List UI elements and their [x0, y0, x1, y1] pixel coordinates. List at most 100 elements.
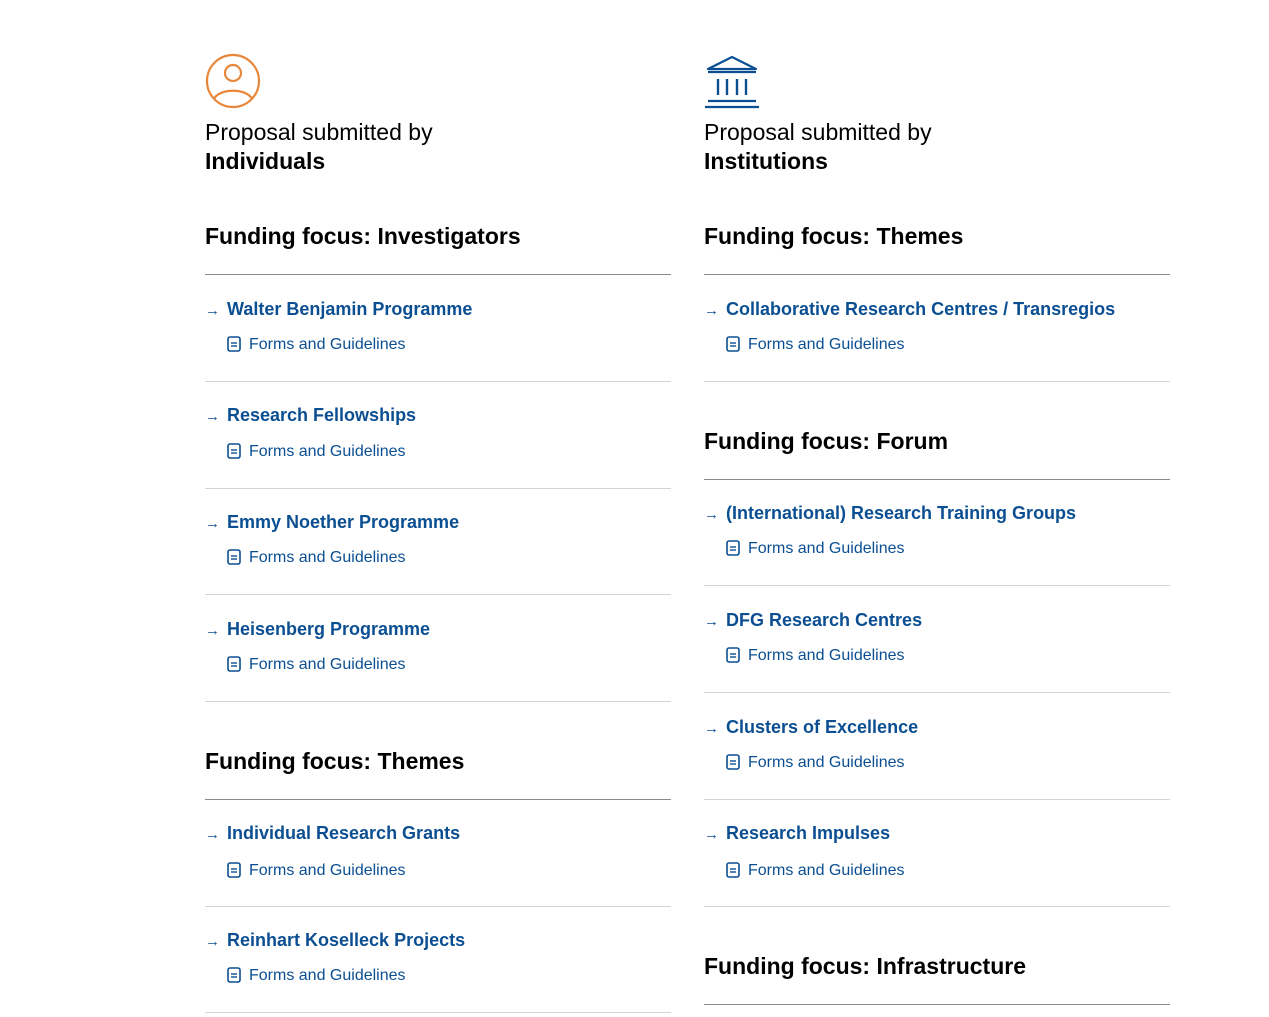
forms-guidelines-link[interactable]: Forms and Guidelines — [726, 334, 905, 356]
forms-guidelines-link[interactable]: Forms and Guidelines — [227, 547, 406, 569]
section-divider — [205, 274, 671, 275]
divider — [704, 585, 1170, 586]
programme-link-research-impulses[interactable]: → Research Impulses — [704, 822, 890, 844]
section-heading: Funding focus: Investigators — [205, 223, 521, 249]
section-divider — [704, 479, 1170, 480]
forms-label: Forms and Guidelines — [249, 862, 406, 879]
forms-label: Forms and Guidelines — [748, 540, 905, 557]
arrow-right-icon: → — [704, 506, 719, 523]
divider — [205, 701, 671, 702]
arrow-right-icon: → — [205, 515, 220, 532]
forms-guidelines-link[interactable]: Forms and Guidelines — [726, 645, 905, 667]
forms-label: Forms and Guidelines — [748, 336, 905, 353]
divider — [205, 594, 671, 595]
programme-title: (International) Research Training Groups — [726, 503, 1077, 523]
document-icon — [726, 646, 740, 663]
hero-intro: Proposal submitted by — [205, 119, 433, 145]
document-icon — [227, 655, 241, 672]
forms-label: Forms and Guidelines — [249, 656, 406, 673]
forms-label: Forms and Guidelines — [249, 967, 406, 984]
forms-label: Forms and Guidelines — [249, 443, 406, 460]
programme-title: Reinhart Koselleck Projects — [227, 930, 466, 950]
arrow-right-icon: → — [704, 720, 719, 737]
divider — [205, 381, 671, 382]
forms-guidelines-link[interactable]: Forms and Guidelines — [227, 860, 406, 882]
programme-title: Individual Research Grants — [227, 823, 461, 843]
section-divider — [704, 1004, 1170, 1005]
divider — [205, 906, 671, 907]
forms-label: Forms and Guidelines — [748, 647, 905, 664]
hero-intro: Proposal submitted by — [704, 119, 932, 145]
programme-title: Clusters of Excellence — [726, 717, 919, 737]
programme-title: Walter Benjamin Programme — [227, 299, 473, 319]
section-heading: Funding focus: Themes — [704, 223, 964, 249]
forms-guidelines-link[interactable]: Forms and Guidelines — [227, 654, 406, 676]
page-title-institutions: Proposal submitted by Institutions — [704, 118, 932, 176]
section-infrastructure: Funding focus: Infrastructure — [704, 952, 1170, 1005]
programme-link-reinhart-koselleck[interactable]: → Reinhart Koselleck Projects — [205, 929, 465, 951]
arrow-right-icon: → — [704, 302, 719, 319]
hero-audience: Institutions — [704, 148, 828, 174]
divider — [205, 488, 671, 489]
section-themes: Funding focus: Themes — [704, 222, 1170, 275]
programme-link-collaborative-research-centres[interactable]: → Collaborative Research Centres / Transr… — [704, 298, 1115, 320]
section-divider — [704, 274, 1170, 275]
divider — [205, 1012, 671, 1013]
arrow-right-icon: → — [205, 826, 220, 843]
document-icon — [227, 335, 241, 352]
section-forum: Funding focus: Forum — [704, 427, 1170, 480]
forms-guidelines-link[interactable]: Forms and Guidelines — [227, 334, 406, 356]
document-icon — [227, 966, 241, 983]
programme-title: Research Impulses — [726, 823, 891, 843]
forms-label: Forms and Guidelines — [748, 862, 905, 879]
programme-title: DFG Research Centres — [726, 610, 923, 630]
arrow-right-icon: → — [205, 622, 220, 639]
programme-link-walter-benjamin[interactable]: → Walter Benjamin Programme — [205, 298, 472, 320]
programme-link-individual-research-grants[interactable]: → Individual Research Grants — [205, 822, 460, 844]
document-icon — [726, 335, 740, 352]
section-themes: Funding focus: Themes — [205, 747, 671, 800]
arrow-right-icon: → — [205, 408, 220, 425]
forms-guidelines-link[interactable]: Forms and Guidelines — [227, 441, 406, 463]
arrow-right-icon: → — [205, 302, 220, 319]
divider — [704, 906, 1170, 907]
programme-title: Heisenberg Programme — [227, 619, 431, 639]
arrow-right-icon: → — [205, 933, 220, 950]
forms-guidelines-link[interactable]: Forms and Guidelines — [726, 752, 905, 774]
document-icon — [726, 753, 740, 770]
programme-link-research-training-groups[interactable]: → (International) Research Training Group… — [704, 502, 1076, 524]
forms-label: Forms and Guidelines — [249, 549, 406, 566]
arrow-right-icon: → — [704, 826, 719, 843]
forms-label: Forms and Guidelines — [249, 336, 406, 353]
forms-label: Forms and Guidelines — [748, 754, 905, 771]
page-title-individuals: Proposal submitted by Individuals — [205, 118, 433, 176]
programme-link-clusters-of-excellence[interactable]: → Clusters of Excellence — [704, 716, 918, 738]
programme-link-emmy-noether[interactable]: → Emmy Noether Programme — [205, 511, 459, 533]
hero-audience: Individuals — [205, 148, 326, 174]
document-icon — [726, 861, 740, 878]
divider — [704, 381, 1170, 382]
section-heading: Funding focus: Forum — [704, 428, 949, 454]
document-icon — [227, 442, 241, 459]
programme-title: Collaborative Research Centres / Transre… — [726, 299, 1116, 319]
arrow-right-icon: → — [704, 613, 719, 630]
forms-guidelines-link[interactable]: Forms and Guidelines — [726, 538, 905, 560]
forms-guidelines-link[interactable]: Forms and Guidelines — [726, 860, 905, 882]
section-investigators: Funding focus: Investigators — [205, 222, 671, 275]
institution-icon — [705, 55, 759, 109]
person-icon — [205, 53, 261, 109]
divider — [704, 799, 1170, 800]
programme-title: Research Fellowships — [227, 405, 417, 425]
programme-link-heisenberg[interactable]: → Heisenberg Programme — [205, 618, 430, 640]
programme-title: Emmy Noether Programme — [227, 512, 460, 532]
forms-guidelines-link[interactable]: Forms and Guidelines — [227, 965, 406, 987]
programme-link-dfg-research-centres[interactable]: → DFG Research Centres — [704, 609, 922, 631]
section-heading: Funding focus: Infrastructure — [704, 953, 1026, 979]
section-divider — [205, 799, 671, 800]
document-icon — [227, 861, 241, 878]
divider — [704, 692, 1170, 693]
document-icon — [726, 539, 740, 556]
section-heading: Funding focus: Themes — [205, 748, 465, 774]
document-icon — [227, 548, 241, 565]
programme-link-research-fellowships[interactable]: → Research Fellowships — [205, 404, 416, 426]
